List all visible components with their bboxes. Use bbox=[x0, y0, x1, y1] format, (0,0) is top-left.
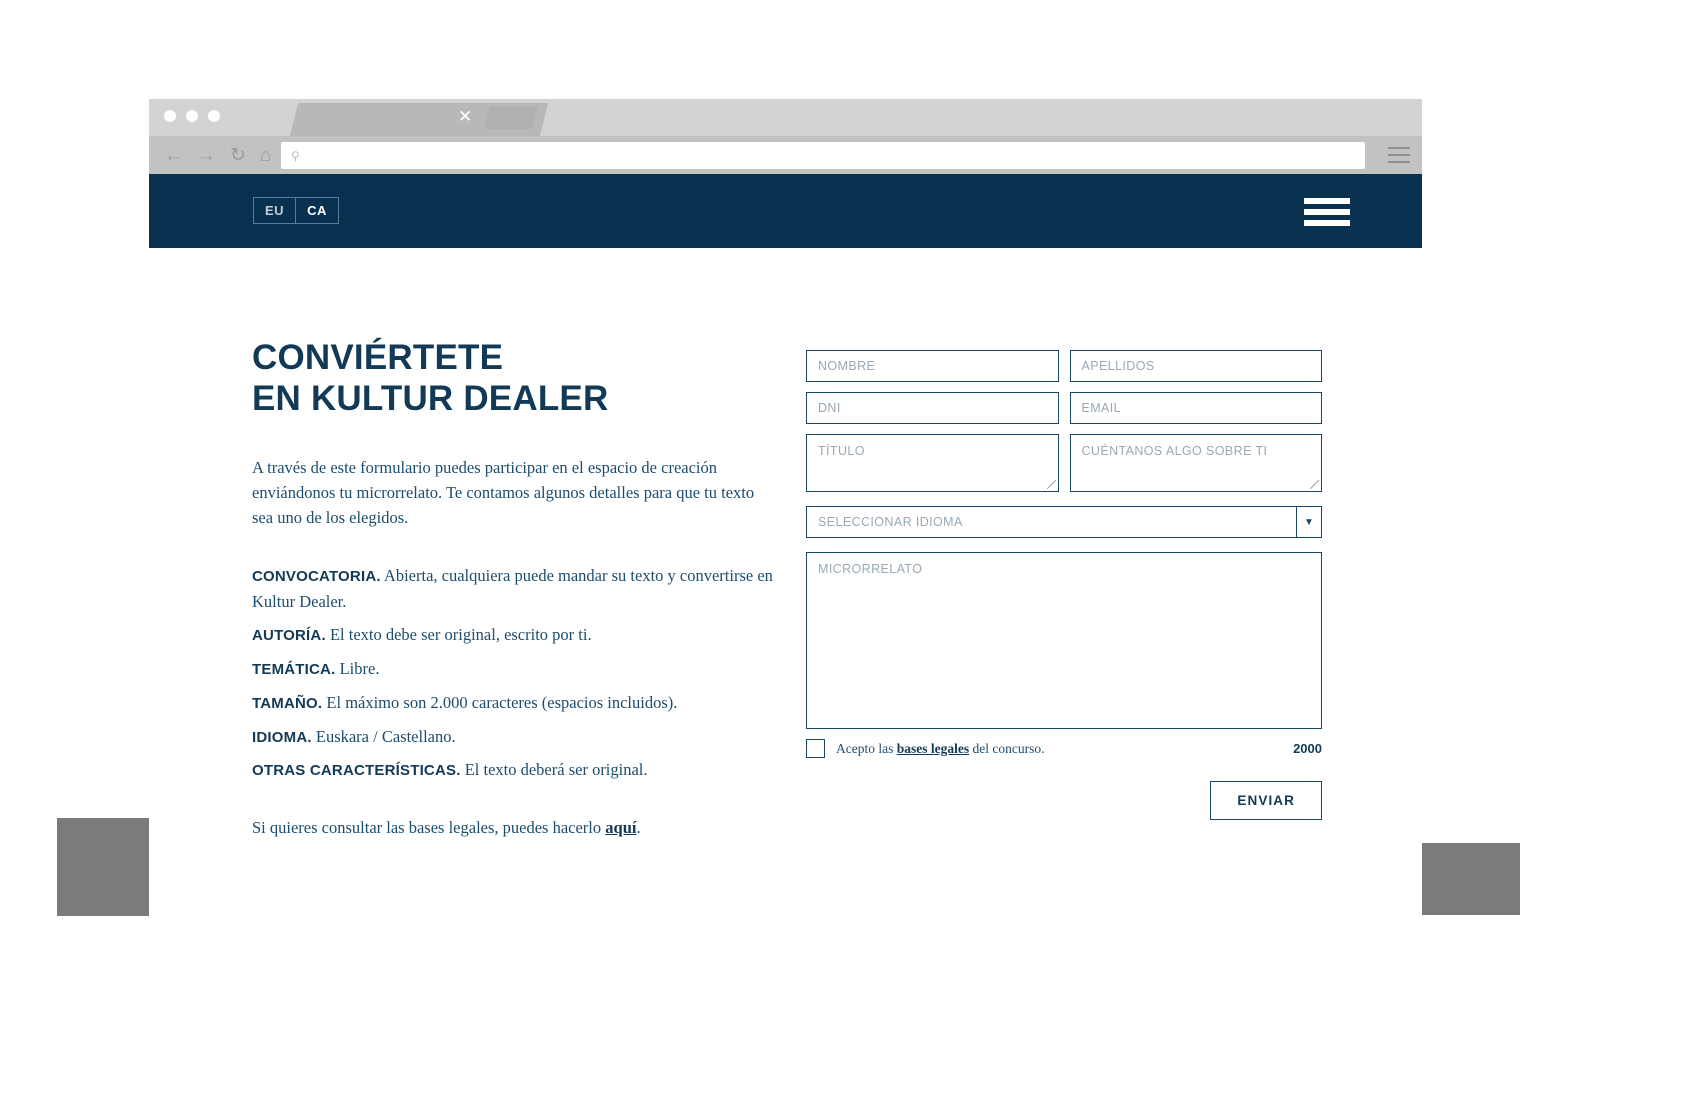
spec-text: El texto deberá ser original. bbox=[461, 760, 648, 779]
home-icon[interactable]: ⌂ bbox=[260, 146, 271, 165]
legal-bases-link[interactable]: aquí bbox=[605, 818, 636, 837]
signup-form: NOMBRE APELLIDOS DNI EMAIL TÍTULO CUÉNTA… bbox=[806, 350, 1322, 820]
maximize-window-dot[interactable] bbox=[208, 110, 220, 122]
form-row-name: NOMBRE APELLIDOS bbox=[806, 350, 1322, 382]
email-input[interactable]: EMAIL bbox=[1070, 392, 1323, 424]
language-option-ca[interactable]: CA bbox=[295, 198, 338, 223]
spec-label: CONVOCATORIA. bbox=[252, 568, 381, 585]
form-row-about: TÍTULO CUÉNTANOS ALGO SOBRE TI bbox=[806, 434, 1322, 492]
intro-paragraph: A través de este formulario puedes parti… bbox=[252, 455, 777, 530]
reload-icon[interactable]: ↻ bbox=[230, 146, 246, 165]
intro-column: CONVIÉRTETE EN KULTUR DEALER A través de… bbox=[252, 338, 777, 857]
search-icon: ⚲ bbox=[291, 149, 300, 163]
browser-tab-inactive[interactable] bbox=[484, 106, 538, 129]
browser-menu-icon[interactable] bbox=[1388, 147, 1410, 163]
accept-terms-row: Acepto las bases legales del concurso. 2… bbox=[806, 739, 1322, 758]
titulo-textarea[interactable]: TÍTULO bbox=[806, 434, 1059, 492]
spec-label: TEMÁTICA. bbox=[252, 661, 335, 678]
spec-label: OTRAS CARACTERÍSTICAS. bbox=[252, 762, 461, 779]
forward-arrow-icon[interactable]: → bbox=[197, 146, 216, 165]
sobre-ti-textarea[interactable]: CUÉNTANOS ALGO SOBRE TI bbox=[1070, 434, 1323, 492]
spec-text: El texto debe ser original, escrito por … bbox=[326, 625, 592, 644]
resize-handle-icon[interactable] bbox=[1310, 480, 1319, 489]
apellidos-input[interactable]: APELLIDOS bbox=[1070, 350, 1323, 382]
enviar-button[interactable]: ENVIAR bbox=[1210, 781, 1322, 820]
window-controls[interactable] bbox=[164, 110, 220, 122]
address-bar[interactable]: ⚲ bbox=[281, 142, 1365, 169]
page-title-line2: EN KULTUR DEALER bbox=[252, 379, 608, 418]
close-icon[interactable]: ✕ bbox=[458, 108, 472, 125]
accept-terms-label: Acepto las bases legales del concurso. bbox=[836, 741, 1044, 757]
spec-item-tamano: TAMAÑO. El máximo son 2.000 caracteres (… bbox=[252, 690, 777, 716]
language-option-eu[interactable]: EU bbox=[254, 198, 295, 223]
accept-prefix: Acepto las bbox=[836, 741, 897, 756]
microrrelato-textarea[interactable]: MICRORRELATO bbox=[806, 552, 1322, 729]
back-arrow-icon[interactable]: ← bbox=[164, 146, 183, 165]
background-shadow-right bbox=[1420, 843, 1520, 915]
bases-legales-link[interactable]: bases legales bbox=[897, 741, 969, 756]
spec-label: AUTORÍA. bbox=[252, 627, 326, 644]
hamburger-menu-icon[interactable] bbox=[1304, 198, 1350, 226]
accept-suffix: del concurso. bbox=[969, 741, 1044, 756]
dni-input[interactable]: DNI bbox=[806, 392, 1059, 424]
character-counter: 2000 bbox=[1293, 741, 1322, 756]
microrrelato-placeholder: MICRORRELATO bbox=[818, 562, 922, 576]
page-title-line1: CONVIÉRTETE bbox=[252, 338, 503, 377]
close-window-dot[interactable] bbox=[164, 110, 176, 122]
browser-toolbar: ← → ↻ ⌂ ⚲ bbox=[149, 136, 1422, 174]
idioma-select-value: SELECCIONAR IDIOMA bbox=[807, 507, 1296, 537]
page-title: CONVIÉRTETE EN KULTUR DEALER bbox=[252, 338, 777, 419]
resize-handle-icon[interactable] bbox=[1047, 480, 1056, 489]
chevron-down-icon[interactable]: ▼ bbox=[1296, 507, 1321, 537]
spec-text: El máximo son 2.000 caracteres (espacios… bbox=[322, 693, 677, 712]
spec-item-otras: OTRAS CARACTERÍSTICAS. El texto deberá s… bbox=[252, 757, 777, 783]
spec-item-autoria: AUTORÍA. El texto debe ser original, esc… bbox=[252, 622, 777, 648]
spec-list: CONVOCATORIA. Abierta, cualquiera puede … bbox=[252, 563, 777, 783]
legal-note-suffix: . bbox=[636, 818, 640, 837]
titulo-placeholder: TÍTULO bbox=[818, 444, 865, 458]
spec-item-tematica: TEMÁTICA. Libre. bbox=[252, 656, 777, 682]
site-header: EU CA bbox=[149, 174, 1422, 248]
form-row-id: DNI EMAIL bbox=[806, 392, 1322, 424]
spec-text: Euskara / Castellano. bbox=[312, 727, 456, 746]
spec-text: Libre. bbox=[335, 659, 379, 678]
legal-note-prefix: Si quieres consultar las bases legales, … bbox=[252, 818, 605, 837]
minimize-window-dot[interactable] bbox=[186, 110, 198, 122]
language-toggle[interactable]: EU CA bbox=[253, 197, 339, 224]
idioma-select[interactable]: SELECCIONAR IDIOMA ▼ bbox=[806, 506, 1322, 538]
browser-tab-strip: ✕ bbox=[149, 99, 1422, 136]
accept-terms-checkbox[interactable] bbox=[806, 739, 825, 758]
sobre-ti-placeholder: CUÉNTANOS ALGO SOBRE TI bbox=[1082, 444, 1268, 458]
nombre-input[interactable]: NOMBRE bbox=[806, 350, 1059, 382]
submit-row: ENVIAR bbox=[806, 781, 1322, 820]
spec-label: TAMAÑO. bbox=[252, 695, 322, 712]
spec-item-convocatoria: CONVOCATORIA. Abierta, cualquiera puede … bbox=[252, 563, 777, 614]
browser-window: ✕ ← → ↻ ⌂ ⚲ EU CA CONVIÉRT bbox=[149, 99, 1422, 917]
spec-item-idioma: IDIOMA. Euskara / Castellano. bbox=[252, 724, 777, 750]
legal-note: Si quieres consultar las bases legales, … bbox=[252, 815, 777, 840]
page-content: CONVIÉRTETE EN KULTUR DEALER A través de… bbox=[149, 248, 1422, 917]
spec-label: IDIOMA. bbox=[252, 729, 312, 746]
